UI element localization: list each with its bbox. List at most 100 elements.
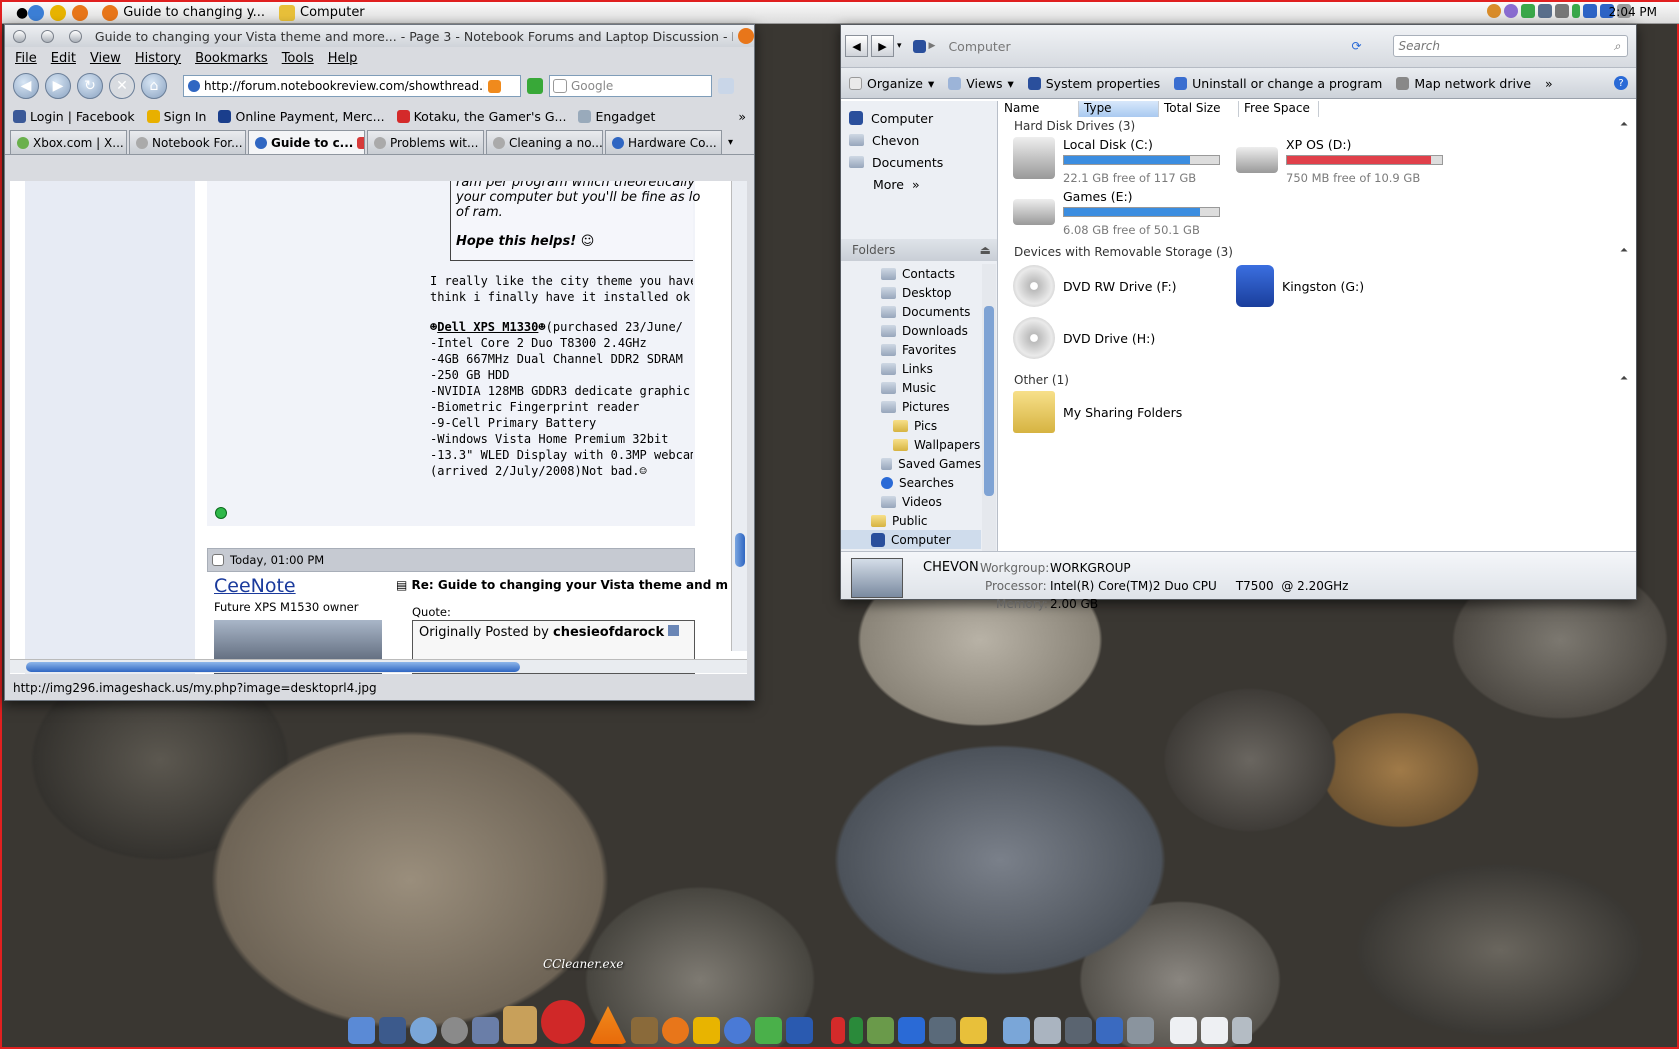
photoshop-icon[interactable] bbox=[831, 1017, 845, 1044]
safari-icon[interactable] bbox=[410, 1017, 437, 1044]
paint-icon[interactable] bbox=[867, 1017, 894, 1044]
view-post-icon[interactable] bbox=[668, 625, 680, 636]
zoom-button[interactable] bbox=[68, 29, 82, 43]
firefox-dock-icon[interactable] bbox=[662, 1017, 689, 1044]
tray-network-icon[interactable] bbox=[1538, 4, 1552, 18]
column-free-space[interactable]: Free Space bbox=[1239, 101, 1319, 117]
apple-menu[interactable]: ● bbox=[16, 5, 28, 21]
bookmark-engadget[interactable]: Engadget bbox=[578, 109, 655, 124]
menu-help[interactable]: Help bbox=[328, 51, 358, 66]
collapse-icon[interactable]: ⏏ bbox=[980, 243, 991, 257]
rss-icon[interactable] bbox=[488, 79, 501, 93]
tree-videos[interactable]: Videos bbox=[841, 492, 981, 511]
drive-f[interactable]: DVD RW Drive (F:) bbox=[1013, 265, 1177, 307]
views-button[interactable]: Views ▾ bbox=[948, 76, 1014, 91]
tree-scroll-thumb[interactable] bbox=[984, 306, 994, 496]
itunes-icon[interactable] bbox=[724, 1017, 751, 1044]
tree-computer[interactable]: Computer bbox=[841, 530, 981, 549]
organize-button[interactable]: Organize ▾ bbox=[849, 76, 934, 91]
excel-icon[interactable] bbox=[849, 1017, 863, 1044]
tree-downloads[interactable]: Downloads bbox=[841, 321, 981, 340]
shield-dock-icon[interactable] bbox=[1170, 1017, 1197, 1044]
pencil-icon[interactable] bbox=[960, 1017, 987, 1044]
vertical-scrollbar[interactable] bbox=[731, 181, 747, 651]
nav-more[interactable]: More » bbox=[841, 173, 997, 195]
home-button[interactable]: ⌂ bbox=[141, 73, 167, 99]
bookmark-facebook[interactable]: Login | Facebook bbox=[13, 109, 135, 124]
tray-battery-icon[interactable] bbox=[1572, 4, 1580, 18]
nav-chevon[interactable]: Chevon bbox=[841, 129, 997, 151]
uninstall-button[interactable]: Uninstall or change a program bbox=[1174, 76, 1382, 91]
menu-history[interactable]: History bbox=[135, 51, 181, 66]
finder-icon[interactable] bbox=[348, 1017, 375, 1044]
stop-button[interactable]: ✕ bbox=[109, 73, 135, 99]
drive-c[interactable]: Local Disk (C:) 22.1 GB free of 117 GB bbox=[1013, 137, 1220, 185]
drive-g[interactable]: Kingston (G:) bbox=[1236, 265, 1364, 307]
documents-dock-icon[interactable] bbox=[1034, 1017, 1061, 1044]
tree-pictures[interactable]: Pictures bbox=[841, 397, 981, 416]
tray-sun-icon[interactable] bbox=[1487, 4, 1501, 18]
tree-music[interactable]: Music bbox=[841, 378, 981, 397]
menu-tools[interactable]: Tools bbox=[282, 51, 314, 66]
column-total-size[interactable]: Total Size bbox=[1159, 101, 1239, 117]
tree-desktop[interactable]: Desktop bbox=[841, 283, 981, 302]
vertical-scroll-thumb[interactable] bbox=[735, 533, 745, 567]
collapse-other-icon[interactable]: ⏶ bbox=[1620, 373, 1628, 384]
tab-list-icon[interactable]: ▾ bbox=[728, 137, 733, 148]
taskbar-firefox[interactable]: Guide to changing y... bbox=[102, 4, 265, 21]
refresh-icon[interactable]: ⟳ bbox=[1351, 39, 1361, 53]
tab-cleaning[interactable]: Cleaning a no... bbox=[486, 130, 603, 154]
trash-icon[interactable] bbox=[1232, 1017, 1252, 1044]
drive-d[interactable]: XP OS (D:) 750 MB free of 10.9 GB bbox=[1236, 137, 1443, 185]
menu-view[interactable]: View bbox=[90, 51, 121, 66]
my-sharing-folders[interactable]: My Sharing Folders bbox=[1013, 391, 1182, 433]
column-name[interactable]: Name bbox=[999, 101, 1079, 117]
collapse-removable-icon[interactable]: ⏶ bbox=[1620, 245, 1628, 256]
reload-button[interactable]: ↻ bbox=[77, 73, 103, 99]
tree-links[interactable]: Links bbox=[841, 359, 981, 378]
word-icon[interactable] bbox=[786, 1017, 813, 1044]
signature-title[interactable]: Dell XPS M1330 bbox=[437, 320, 538, 334]
drive-h[interactable]: DVD Drive (H:) bbox=[1013, 317, 1155, 359]
group-removable[interactable]: Devices with Removable Storage (3) bbox=[1014, 245, 1233, 259]
close-button[interactable] bbox=[13, 29, 26, 43]
tab-notebook-forum[interactable]: Notebook For... bbox=[129, 130, 246, 154]
aim-dock-icon[interactable] bbox=[693, 1017, 720, 1044]
network-dock-icon[interactable] bbox=[1065, 1017, 1092, 1044]
nav-computer[interactable]: Computer bbox=[841, 107, 997, 129]
group-hard-disks[interactable]: Hard Disk Drives (3) bbox=[1014, 119, 1135, 133]
collapse-hdd-icon[interactable]: ⏶ bbox=[1620, 119, 1628, 130]
forward-button[interactable]: ▶ bbox=[45, 73, 71, 99]
bookmarks-overflow-icon[interactable]: » bbox=[738, 109, 746, 124]
ccleaner-icon[interactable] bbox=[541, 1000, 585, 1044]
tree-documents[interactable]: Documents bbox=[841, 302, 981, 321]
search-input[interactable]: Search ⌕ bbox=[1392, 35, 1628, 57]
clock[interactable]: 2:04 PM bbox=[1609, 5, 1657, 19]
vlc-icon[interactable] bbox=[589, 1006, 627, 1044]
tab-hardware[interactable]: Hardware Co... bbox=[605, 130, 722, 154]
url-bar[interactable]: http://forum.notebookreview.com/showthre… bbox=[183, 75, 521, 97]
tray-gear-icon[interactable] bbox=[1504, 4, 1518, 18]
tree-searches[interactable]: Searches bbox=[841, 473, 981, 492]
tab-problems[interactable]: Problems wit... bbox=[367, 130, 484, 154]
group-other[interactable]: Other (1) bbox=[1014, 373, 1069, 387]
column-type[interactable]: Type bbox=[1079, 101, 1159, 117]
menu-edit[interactable]: Edit bbox=[51, 51, 76, 66]
horizontal-scrollbar[interactable] bbox=[10, 659, 747, 673]
menu-file[interactable]: File bbox=[15, 51, 37, 66]
go-icon[interactable] bbox=[527, 78, 543, 94]
menu-bookmarks[interactable]: Bookmarks bbox=[195, 51, 268, 66]
tree-favorites[interactable]: Favorites bbox=[841, 340, 981, 359]
tray-volume-icon[interactable] bbox=[1555, 4, 1569, 18]
desktop-dock-icon[interactable] bbox=[1096, 1017, 1123, 1044]
drive-e[interactable]: Games (E:) 6.08 GB free of 50.1 GB bbox=[1013, 189, 1220, 237]
tab-xbox[interactable]: Xbox.com | X... bbox=[10, 130, 127, 154]
wrench-icon[interactable] bbox=[929, 1017, 956, 1044]
preview-icon[interactable] bbox=[472, 1017, 499, 1044]
tree-contacts[interactable]: Contacts bbox=[841, 264, 981, 283]
back-button[interactable]: ◀ bbox=[845, 35, 868, 57]
bookmark-paypal[interactable]: Online Payment, Merc... bbox=[218, 109, 385, 124]
help-icon[interactable]: ? bbox=[1614, 76, 1628, 90]
post-username[interactable]: CeeNote bbox=[214, 575, 296, 597]
tree-pics[interactable]: Pics bbox=[841, 416, 981, 435]
